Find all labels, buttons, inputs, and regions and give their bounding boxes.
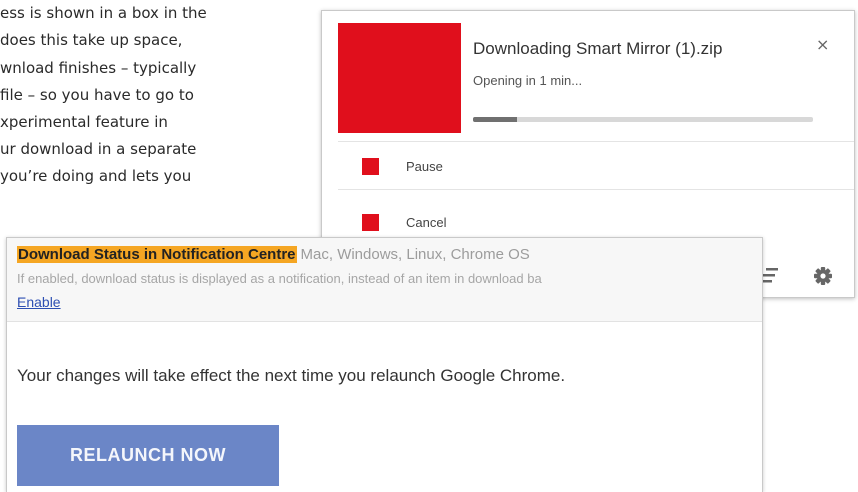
download-title: Downloading Smart Mirror (1).zip: [473, 39, 723, 58]
gear-icon[interactable]: [810, 263, 836, 289]
chrome-flags-panel: Download Status in Notification Centre Ma…: [6, 237, 763, 492]
pause-button[interactable]: Pause: [338, 147, 838, 187]
cancel-icon: [362, 214, 379, 231]
experiment-title: Download Status in Notification Centre Ma…: [17, 246, 530, 263]
download-progress-bar: [473, 117, 813, 122]
divider: [338, 141, 854, 142]
experiment-description: If enabled, download status is displayed…: [17, 271, 542, 286]
cancel-label: Cancel: [406, 215, 447, 230]
pause-icon: [362, 158, 379, 175]
notification-footer-icons: [752, 263, 852, 289]
pause-label: Pause: [406, 159, 443, 174]
download-progress-fill: [473, 117, 518, 122]
download-status: Opening in 1 min...: [473, 73, 583, 88]
experiment-name: Download Status in Notification Centre: [17, 246, 297, 263]
close-icon[interactable]: ×: [816, 35, 829, 54]
article-line: ess is shown in a box in the: [0, 4, 207, 22]
divider: [338, 189, 854, 190]
article-line: xperimental feature in: [0, 113, 168, 131]
article-line: you’re doing and lets you: [0, 167, 192, 185]
download-thumbnail: [338, 23, 461, 133]
article-line: does this take up space,: [0, 31, 183, 49]
relaunch-message: Your changes will take effect the next t…: [17, 366, 566, 385]
enable-link[interactable]: Enable: [17, 294, 61, 310]
experiment-entry: Download Status in Notification Centre Ma…: [7, 238, 762, 322]
article-line: wnload finishes – typically: [0, 59, 197, 77]
article-line: ur download in a separate: [0, 140, 197, 158]
relaunch-now-button[interactable]: RELAUNCH NOW: [17, 425, 279, 486]
article-line: file – so you have to go to: [0, 86, 194, 104]
experiment-platforms: Mac, Windows, Linux, Chrome OS: [300, 246, 530, 263]
